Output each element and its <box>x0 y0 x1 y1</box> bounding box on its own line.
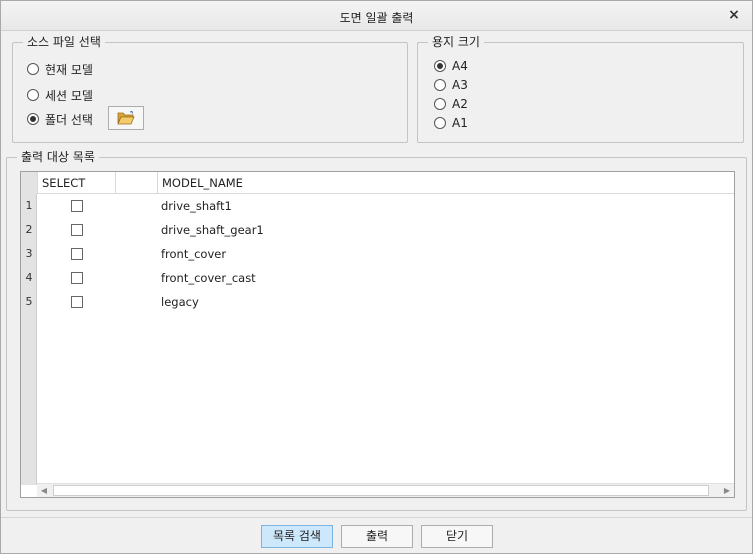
folder-open-icon <box>117 111 135 125</box>
radio-label: A3 <box>452 78 468 92</box>
row-number: 1 <box>25 199 33 212</box>
table-row[interactable]: 2 drive_shaft_gear1 <box>21 218 734 242</box>
radio-label: 폴더 선택 <box>45 112 93 127</box>
radio-button[interactable] <box>434 98 446 110</box>
row-number: 3 <box>25 247 33 260</box>
paper-size-group: 용지 크기 A4 A3 A2 A1 <box>417 35 744 143</box>
corner-cell <box>21 172 38 194</box>
radio-button[interactable] <box>27 63 39 75</box>
select-checkbox[interactable] <box>71 200 83 212</box>
source-file-legend: 소스 파일 선택 <box>23 35 105 49</box>
close-button[interactable]: 닫기 <box>421 525 493 548</box>
title-bar: 도면 일괄 출력 × <box>1 1 752 31</box>
source-file-group: 소스 파일 선택 현재 모델 세션 모델 폴더 선택 <box>12 35 408 143</box>
select-checkbox[interactable] <box>71 272 83 284</box>
radio-button[interactable] <box>434 60 446 72</box>
row-number: 4 <box>25 271 33 284</box>
table-row[interactable]: 5 legacy <box>21 290 734 314</box>
horizontal-scrollbar[interactable]: ◀ ▶ <box>37 483 734 497</box>
radio-label: 현재 모델 <box>45 62 93 77</box>
model-name-cell: front_cover <box>161 247 227 261</box>
radio-label: 세션 모델 <box>45 88 93 103</box>
radio-label: A4 <box>452 59 468 73</box>
browse-folder-button[interactable] <box>108 106 144 130</box>
radio-session-model[interactable]: 세션 모델 <box>27 87 93 103</box>
select-checkbox[interactable] <box>71 248 83 260</box>
radio-button[interactable] <box>27 89 39 101</box>
radio-current-model[interactable]: 현재 모델 <box>27 61 93 77</box>
radio-a1[interactable]: A1 <box>434 115 468 131</box>
close-icon[interactable]: × <box>726 7 742 23</box>
column-header-select[interactable]: SELECT <box>38 172 116 194</box>
footer-divider <box>1 517 752 518</box>
scroll-right-icon[interactable]: ▶ <box>720 484 734 497</box>
model-name-cell: drive_shaft1 <box>161 199 232 213</box>
search-list-button[interactable]: 목록 검색 <box>261 525 333 548</box>
radio-label: A1 <box>452 116 468 130</box>
radio-folder-select[interactable]: 폴더 선택 <box>27 111 93 127</box>
table-row[interactable]: 1 drive_shaft1 <box>21 194 734 218</box>
radio-a3[interactable]: A3 <box>434 77 468 93</box>
scrollbar-thumb[interactable] <box>53 485 709 496</box>
paper-size-legend: 용지 크기 <box>428 35 484 49</box>
output-list-legend: 출력 대상 목록 <box>17 150 99 164</box>
dialog-title: 도면 일괄 출력 <box>339 11 414 25</box>
radio-button[interactable] <box>434 79 446 91</box>
select-checkbox[interactable] <box>71 224 83 236</box>
model-name-cell: front_cover_cast <box>161 271 256 285</box>
grid-header: SELECT MODEL_NAME <box>21 172 734 194</box>
model-grid[interactable]: SELECT MODEL_NAME 1 drive_shaft1 2 drive… <box>20 171 735 498</box>
radio-a2[interactable]: A2 <box>434 96 468 112</box>
model-name-cell: drive_shaft_gear1 <box>161 223 264 237</box>
row-number: 5 <box>25 295 33 308</box>
column-header-model-name[interactable]: MODEL_NAME <box>158 172 734 194</box>
radio-label: A2 <box>452 97 468 111</box>
model-name-cell: legacy <box>161 295 199 309</box>
table-row[interactable]: 4 front_cover_cast <box>21 266 734 290</box>
table-row[interactable]: 3 front_cover <box>21 242 734 266</box>
print-button[interactable]: 출력 <box>341 525 413 548</box>
radio-a4[interactable]: A4 <box>434 58 468 74</box>
scroll-left-icon[interactable]: ◀ <box>37 484 51 497</box>
row-number: 2 <box>25 223 33 236</box>
dialog-window: 도면 일괄 출력 × 소스 파일 선택 현재 모델 세션 모델 폴더 선택 용지… <box>0 0 753 554</box>
radio-button[interactable] <box>434 117 446 129</box>
radio-button[interactable] <box>27 113 39 125</box>
select-checkbox[interactable] <box>71 296 83 308</box>
column-header-blank[interactable] <box>116 172 158 194</box>
